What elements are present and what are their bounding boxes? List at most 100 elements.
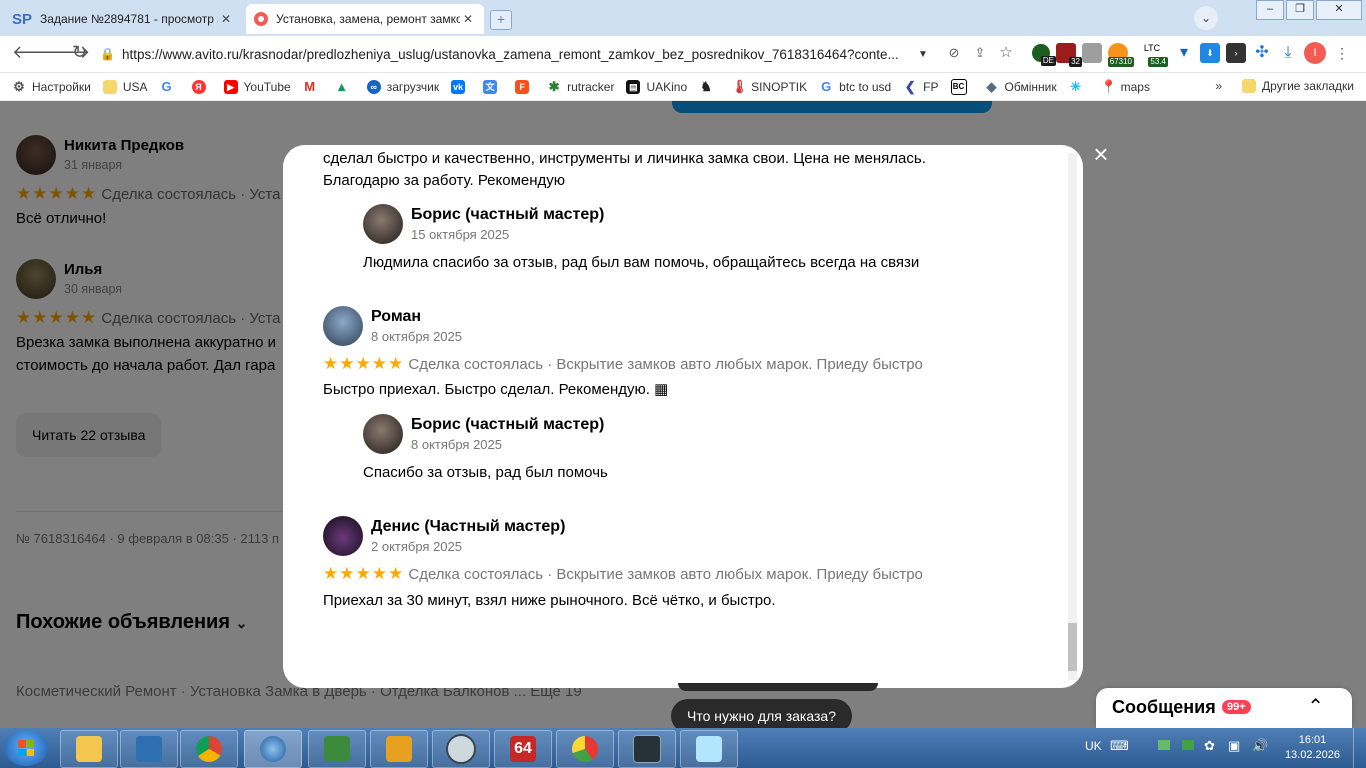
url-dropdown-icon[interactable]: ▼: [918, 49, 930, 60]
reviews-scroll-area[interactable]: сделал быстро и качественно, инструменты…: [283, 145, 1068, 688]
bookmark-fp[interactable]: ❮ FP: [903, 79, 939, 94]
taskbar-terminal[interactable]: [618, 730, 676, 768]
bitcoin-icon[interactable]: 67310: [1107, 43, 1134, 67]
bookmark-bc[interactable]: BC: [950, 78, 973, 95]
ltc-icon[interactable]: LTC 53.4: [1142, 43, 1168, 67]
bookmark-maps[interactable]: 📍 maps: [1101, 79, 1150, 94]
other-bookmarks[interactable]: Другие закладки: [1262, 79, 1354, 93]
bookmark-exchanger[interactable]: ◆ Обмінник: [985, 79, 1057, 94]
taskbar-clock[interactable]: [432, 730, 490, 768]
messages-badge: 99+: [1222, 700, 1251, 714]
reviews-modal: сделал быстро и качественно, инструменты…: [283, 145, 1083, 688]
tray-flags-icon[interactable]: ✿: [1204, 738, 1215, 754]
count-badge: 32: [1069, 57, 1082, 67]
taskbar-aida64[interactable]: 64: [494, 730, 552, 768]
bookmark-gmail[interactable]: M: [303, 79, 323, 94]
maximize-button[interactable]: ❐: [1286, 0, 1314, 20]
show-desktop-button[interactable]: [1353, 728, 1366, 768]
windows-logo-icon: [18, 740, 34, 756]
bookmark-label: FP: [923, 79, 939, 94]
bookmark-chess[interactable]: ♞: [699, 79, 719, 94]
briefcase-icon[interactable]: [1082, 43, 1102, 63]
deal-text: Сделка состоялась · Вскрытие замков авто…: [408, 356, 923, 373]
ltc-price-badge: 53.4: [1148, 57, 1168, 67]
taskbar-chart-app[interactable]: [556, 730, 614, 768]
bookmark-label: btc to usd: [839, 79, 892, 94]
bookmark-rutracker[interactable]: ✱ rutracker: [547, 79, 615, 94]
rating-stars: ★★★★★: [323, 354, 405, 373]
bookmark-yandex[interactable]: Я: [191, 79, 212, 94]
review-deal-line: ★★★★★ Сделка состоялась · Вскрытие замко…: [323, 564, 923, 584]
taskbar-antivirus[interactable]: [120, 730, 178, 768]
profile-avatar[interactable]: I: [1304, 42, 1326, 64]
download-extension-icon[interactable]: ⬇: [1200, 43, 1220, 63]
reload-icon[interactable]: ↻: [72, 42, 87, 63]
arrow-extension-icon[interactable]: ›: [1226, 43, 1246, 63]
shield-extension-icon[interactable]: 32: [1056, 43, 1082, 67]
master-avatar: [363, 204, 403, 244]
taskbar-miner[interactable]: [308, 730, 366, 768]
downloads-icon[interactable]: ⤓: [1278, 43, 1298, 63]
tab-avito[interactable]: Установка, замена, ремонт замко ✕: [246, 4, 484, 34]
taskbar-notes[interactable]: [680, 730, 738, 768]
tab-close-icon[interactable]: ✕: [460, 12, 476, 26]
url-text[interactable]: https://www.avito.ru/krasnodar/predlozhe…: [122, 47, 918, 62]
tab-task[interactable]: SP Задание №2894781 - просмотр з ✕: [4, 4, 242, 34]
tab-title: Задание №2894781 - просмотр з: [40, 12, 218, 26]
menu-icon[interactable]: ⋮: [1332, 43, 1352, 63]
taskbar-browser-active[interactable]: [244, 730, 302, 768]
modal-scrollbar-track[interactable]: [1068, 153, 1077, 680]
bookmark-btc-to-usd[interactable]: Gbtc to usd: [819, 79, 892, 94]
taskbar-media[interactable]: [370, 730, 428, 768]
lock-icon[interactable]: 🔒: [100, 47, 122, 61]
bookmark-star[interactable]: ✳: [1069, 79, 1089, 94]
yandex-icon: Я: [191, 79, 206, 94]
network-icon[interactable]: ▣: [1228, 738, 1240, 754]
bookmark-drive[interactable]: ▲: [335, 79, 355, 94]
clock-time: 16:01: [1298, 734, 1327, 746]
bookmark-star-icon[interactable]: ☆: [996, 43, 1016, 63]
window-controls: – ❐ ✕: [1256, 0, 1362, 20]
modal-scrollbar-thumb[interactable]: [1068, 623, 1077, 671]
vpn-globe-icon[interactable]: DE: [1032, 44, 1056, 66]
new-tab-button[interactable]: +: [490, 10, 512, 30]
language-indicator[interactable]: UK: [1085, 739, 1102, 753]
bookmark-usa[interactable]: USA: [102, 79, 148, 94]
bookmarks-overflow-button[interactable]: »: [1215, 79, 1222, 93]
keyboard-icon[interactable]: ⌨: [1110, 738, 1129, 754]
extensions-puzzle-icon[interactable]: ✣: [1252, 43, 1272, 63]
bookmark-f[interactable]: F: [515, 79, 535, 94]
toolbar-icons: ⊘ ⇪ ☆ DE 32 67310 LTC 53.4 ▾ ⬇ › ✣ ⤓ I ⋮: [944, 42, 1352, 67]
review-text-line: Благодарю за работу. Рекомендую: [323, 172, 566, 189]
clock[interactable]: 16:01 13.02.2026: [1285, 733, 1340, 763]
bookmark-sinoptik[interactable]: 🌡 SINOPTIK: [731, 79, 807, 94]
share-icon[interactable]: ⇪: [970, 43, 990, 63]
block-icon[interactable]: ⊘: [944, 43, 964, 63]
system-tray: UK ⌨ ✿ ▣ 🔊 16:01 13.02.2026: [1080, 728, 1350, 768]
chevron-up-icon[interactable]: ⌃: [1307, 694, 1324, 719]
minimize-button[interactable]: –: [1256, 0, 1284, 20]
gpu-tray-icon[interactable]: [1158, 740, 1170, 750]
start-button[interactable]: [4, 730, 48, 766]
bookmark-loader[interactable]: ∞ загрузчик: [366, 79, 439, 94]
bookmark-vk[interactable]: vk: [451, 79, 471, 94]
modal-close-button[interactable]: ×: [1090, 141, 1112, 167]
bookmark-google[interactable]: G: [160, 79, 180, 94]
tab-close-icon[interactable]: ✕: [218, 12, 234, 26]
address-bar[interactable]: 🔒 https://www.avito.ru/krasnodar/predloz…: [100, 41, 940, 67]
window-close-button[interactable]: ✕: [1316, 0, 1362, 20]
bookmark-settings[interactable]: ⚙ Настройки: [12, 79, 91, 94]
tray-app-icon[interactable]: [1182, 740, 1194, 750]
bookmark-translate[interactable]: 文: [483, 79, 503, 94]
messages-panel[interactable]: Сообщения 99+ ⌃: [1096, 688, 1352, 728]
bookmark-uakino[interactable]: ▤ UAKino: [626, 79, 687, 94]
taskbar-explorer[interactable]: [60, 730, 118, 768]
bookmark-youtube[interactable]: ▶ YouTube: [223, 79, 291, 94]
aida64-icon: 64: [510, 736, 536, 762]
tab-search-chevron-icon[interactable]: ⌄: [1194, 6, 1218, 30]
taskbar-chrome[interactable]: [180, 730, 238, 768]
v-extension-icon[interactable]: ▾: [1174, 43, 1194, 63]
shield-w-icon: [136, 736, 162, 762]
volume-icon[interactable]: 🔊: [1252, 738, 1268, 754]
ltc-label: LTC: [1143, 43, 1161, 53]
